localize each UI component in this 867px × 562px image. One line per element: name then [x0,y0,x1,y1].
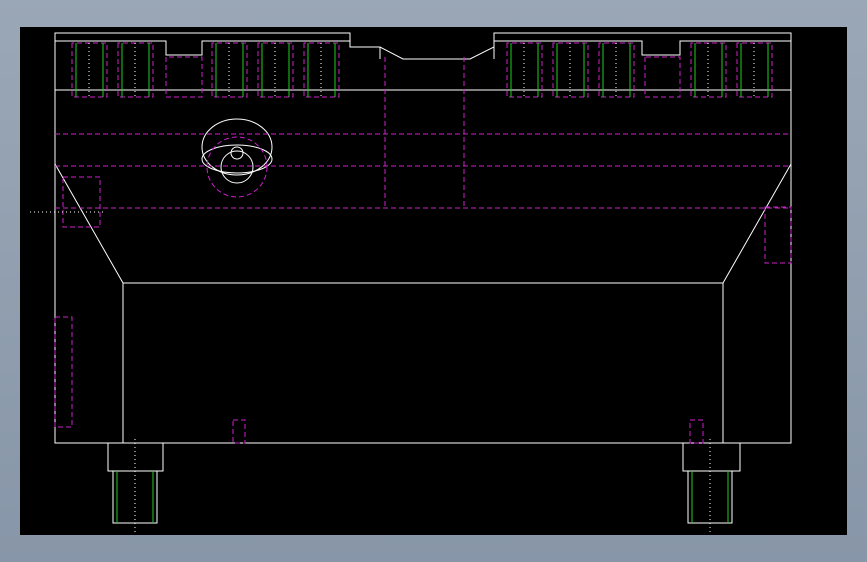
top-thread-lines [75,43,769,97]
round-boss-inner [220,150,254,184]
top-step-lines [55,40,791,56]
stud-thread-lines [116,471,729,523]
main-body-outline [54,32,792,444]
center-boss [379,47,495,59]
cad-viewport[interactable] [20,27,847,535]
right-stud-flange [682,443,741,472]
centerlines [30,43,755,532]
cad-drawing [30,32,792,532]
left-side-pocket [62,176,101,228]
boss-hidden-circle [206,136,268,198]
body-outline [54,32,792,524]
stud-centerlines [134,439,711,532]
hidden-lines [54,42,792,444]
small-pin-left [232,419,246,444]
right-side-pocket [764,206,792,264]
inner-walls [122,283,724,443]
bolt-centerlines [88,43,755,97]
small-pin-right [689,419,704,444]
left-lower-pocket [54,316,73,428]
top-bolt-holes [71,42,773,98]
hidden-vertical-center [384,57,465,208]
chamfer-lines [54,163,792,284]
round-boss-hole [230,146,244,160]
